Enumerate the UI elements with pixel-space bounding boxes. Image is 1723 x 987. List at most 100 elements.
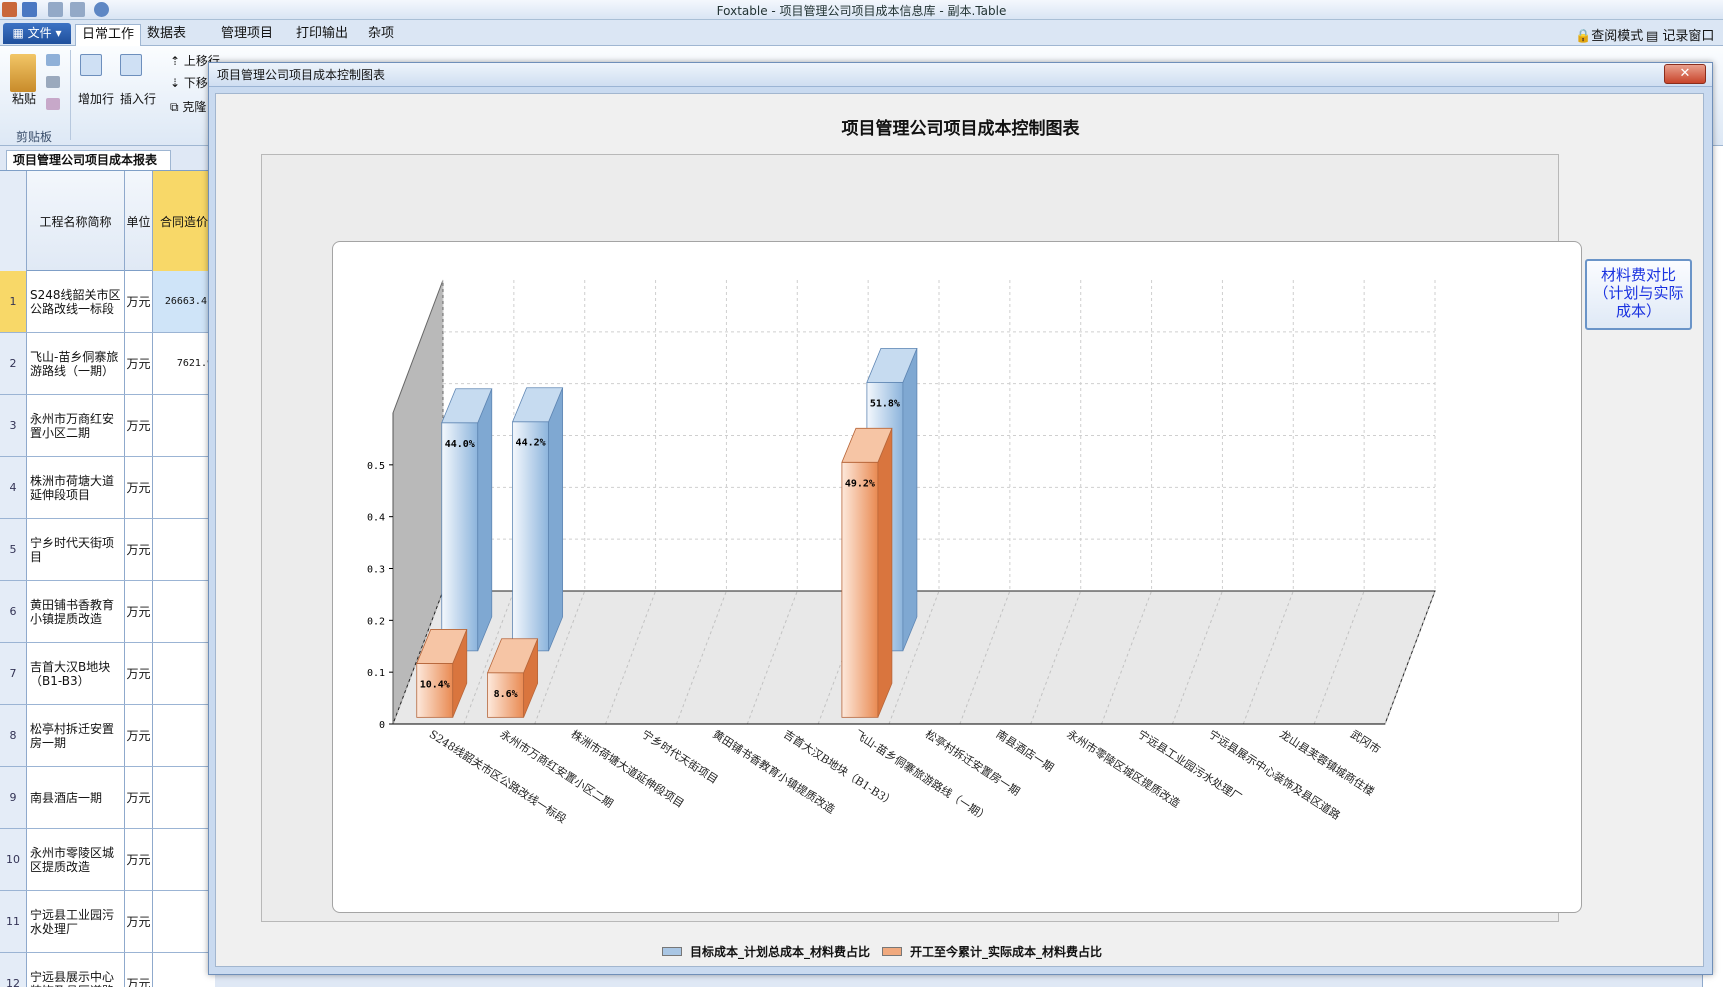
record-window-toggle[interactable]: ▤ 记录窗口: [1646, 25, 1714, 44]
add-row-label[interactable]: 增加行: [78, 90, 114, 107]
contract-price-cell[interactable]: [153, 891, 215, 952]
contract-price-cell[interactable]: [153, 581, 215, 642]
column-header-name[interactable]: 工程名称简称: [27, 171, 125, 271]
record-window-label: 记录窗口: [1662, 29, 1715, 44]
table-row[interactable]: 9 南县酒店一期 万元: [0, 767, 215, 829]
sheet-tab[interactable]: 项目管理公司项目成本报表: [6, 150, 171, 170]
unit-cell[interactable]: 万元: [125, 581, 153, 642]
unit-cell[interactable]: 万元: [125, 643, 153, 704]
y-tick-label: 0: [379, 720, 385, 731]
row-number[interactable]: 5: [0, 519, 27, 580]
insert-row-icon[interactable]: [120, 54, 142, 76]
tab-manage-project[interactable]: 管理项目: [215, 24, 279, 46]
project-name-cell[interactable]: 宁乡时代天街项目: [27, 519, 125, 580]
x-category-label: 宁远县展示中心装饰及县区道路: [1206, 727, 1343, 823]
paste-icon[interactable]: [10, 54, 36, 92]
table-row[interactable]: 8 松亭村拆迁安置房一期 万元: [0, 705, 215, 767]
column-header-unit[interactable]: 单位: [125, 171, 153, 271]
project-name-cell[interactable]: 南县酒店一期: [27, 767, 125, 828]
unit-cell[interactable]: 万元: [125, 705, 153, 766]
format-painter-icon[interactable]: [46, 98, 60, 110]
project-name-cell[interactable]: 永州市零陵区城区提质改造: [27, 829, 125, 890]
move-down-button[interactable]: ⇣ 下移: [170, 74, 208, 91]
clone-label: 克隆: [182, 100, 207, 114]
project-name-cell[interactable]: 永州市万商红安置小区二期: [27, 395, 125, 456]
add-row-icon[interactable]: [80, 54, 102, 76]
unit-cell[interactable]: 万元: [125, 271, 153, 332]
row-number[interactable]: 8: [0, 705, 27, 766]
close-button[interactable]: ✕: [1664, 64, 1706, 84]
move-down-label: 下移: [183, 76, 208, 90]
table-row[interactable]: 11 宁远县工业园污水处理厂 万元: [0, 891, 215, 953]
bar-side: [877, 428, 893, 718]
unit-cell[interactable]: 万元: [125, 829, 153, 890]
project-name-cell[interactable]: 黄田铺书香教育小镇提质改造: [27, 581, 125, 642]
unit-cell[interactable]: 万元: [125, 457, 153, 518]
tab-print-output[interactable]: 打印输出: [290, 24, 354, 46]
table-row[interactable]: 12宁远县展示中心装饰及县区道路万元: [0, 953, 215, 987]
row-number[interactable]: 12: [0, 953, 27, 987]
project-name-cell[interactable]: 吉首大汉B地块（B1-B3）: [27, 643, 125, 704]
y-tick-label: 0.5: [367, 461, 385, 472]
x-category-label: S248线韶关市区公路改线一标段: [427, 727, 569, 826]
row-number[interactable]: 6: [0, 581, 27, 642]
paste-label[interactable]: 粘贴: [12, 90, 36, 107]
contract-price-cell[interactable]: [153, 519, 215, 580]
dropdown-arrow-icon: ▾: [51, 26, 62, 40]
tab-misc[interactable]: 杂项: [362, 24, 400, 46]
legend-swatch-actual: [882, 947, 902, 956]
unit-cell[interactable]: 万元: [125, 519, 153, 580]
lookup-mode-toggle[interactable]: 🔒查阅模式: [1575, 25, 1643, 44]
project-name-cell[interactable]: 飞山-苗乡侗寨旅游路线（一期）: [27, 333, 125, 394]
select-all-corner[interactable]: [0, 171, 27, 271]
contract-price-cell[interactable]: [153, 395, 215, 456]
contract-price-cell[interactable]: [153, 457, 215, 518]
project-name-cell[interactable]: 株洲市荷塘大道延伸段项目: [27, 457, 125, 518]
contract-price-cell[interactable]: [153, 705, 215, 766]
row-number[interactable]: 4: [0, 457, 27, 518]
row-number[interactable]: 10: [0, 829, 27, 890]
unit-cell[interactable]: 万元: [125, 953, 153, 987]
table-row[interactable]: 10 永州市零陵区城区提质改造 万元: [0, 829, 215, 891]
unit-cell[interactable]: 万元: [125, 333, 153, 394]
tab-data-table[interactable]: 数据表: [141, 24, 192, 46]
bar-data-label: 10.4%: [420, 679, 450, 690]
row-number[interactable]: 9: [0, 767, 27, 828]
unit-cell[interactable]: 万元: [125, 767, 153, 828]
table-row[interactable]: 1 S248线韶关市区公路改线一标段 万元 26663.41: [0, 271, 215, 333]
project-name-cell[interactable]: 松亭村拆迁安置房一期: [27, 705, 125, 766]
table-row[interactable]: 4 株洲市荷塘大道延伸段项目 万元: [0, 457, 215, 519]
project-name-cell[interactable]: S248线韶关市区公路改线一标段: [27, 271, 125, 332]
unit-cell[interactable]: 万元: [125, 395, 153, 456]
contract-price-cell[interactable]: 26663.41: [153, 271, 215, 332]
row-number[interactable]: 7: [0, 643, 27, 704]
table-row[interactable]: 2 飞山-苗乡侗寨旅游路线（一期） 万元 7621.9: [0, 333, 215, 395]
contract-price-cell[interactable]: 7621.9: [153, 333, 215, 394]
unit-cell[interactable]: 万元: [125, 891, 153, 952]
row-number[interactable]: 1: [0, 271, 27, 332]
column-header-contract-price[interactable]: 合同造价: [153, 171, 215, 271]
table-row[interactable]: 5 宁乡时代天街项目 万元: [0, 519, 215, 581]
contract-price-cell[interactable]: [153, 829, 215, 890]
file-menu-button[interactable]: ▦ 文件 ▾: [3, 23, 71, 44]
chart-legend: 目标成本_计划总成本_材料费占比 开工至今累计_实际成本_材料费占比: [662, 943, 1362, 963]
table-row[interactable]: 3 永州市万商红安置小区二期 万元: [0, 395, 215, 457]
row-number[interactable]: 2: [0, 333, 27, 394]
insert-row-label[interactable]: 插入行: [120, 90, 156, 107]
row-number[interactable]: 11: [0, 891, 27, 952]
contract-price-cell[interactable]: [153, 643, 215, 704]
table-row[interactable]: 6 黄田铺书香教育小镇提质改造 万元: [0, 581, 215, 643]
project-name-cell[interactable]: 宁远县工业园污水处理厂: [27, 891, 125, 952]
row-number[interactable]: 3: [0, 395, 27, 456]
bar-data-label: 49.2%: [845, 478, 875, 489]
tab-daily-work[interactable]: 日常工作: [75, 24, 142, 46]
contract-price-cell[interactable]: [153, 953, 215, 987]
cut-icon[interactable]: [46, 76, 60, 88]
copy-icon[interactable]: [46, 54, 60, 66]
window-title: Foxtable - 项目管理公司项目成本信息库 - 副本.Table: [716, 4, 1007, 18]
clone-button[interactable]: ⧉ 克隆: [170, 98, 206, 115]
contract-price-cell[interactable]: [153, 767, 215, 828]
table-row[interactable]: 7 吉首大汉B地块（B1-B3） 万元: [0, 643, 215, 705]
project-name-cell[interactable]: 宁远县展示中心装饰及县区道路: [27, 953, 125, 987]
material-cost-compare-button[interactable]: 材料费对比（计划与实际成本）: [1585, 259, 1692, 330]
